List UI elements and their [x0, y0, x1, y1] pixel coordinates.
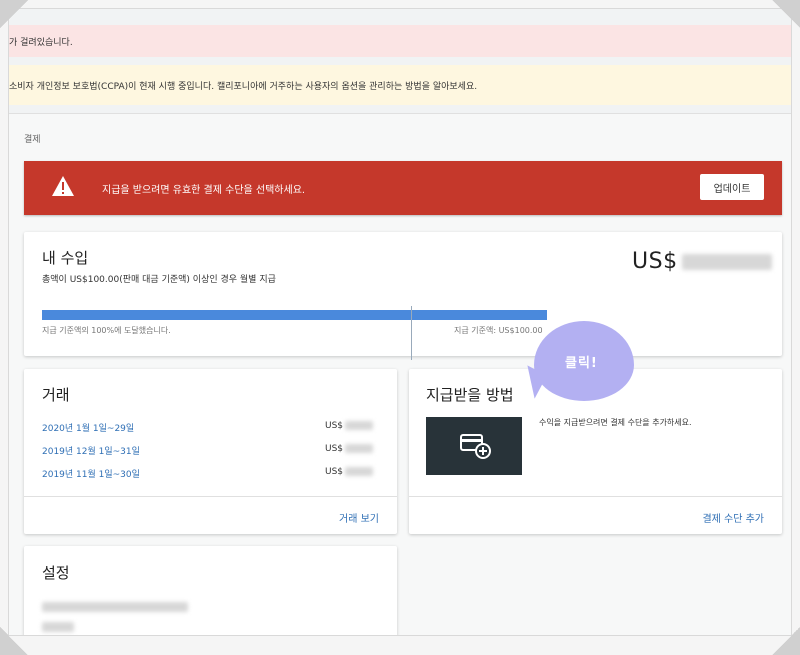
- page-breadcrumb: 결제: [24, 135, 41, 145]
- notice-banner-red: 가 걸려있습니다.: [9, 25, 791, 57]
- frame-corner: [772, 627, 800, 655]
- alert-message: 지급을 받으려면 유효한 결제 수단을 선택하세요.: [102, 185, 306, 196]
- payment-method-alert: 지급을 받으려면 유효한 결제 수단을 선택하세요. 업데이트: [24, 161, 782, 215]
- redacted-setting-line: [42, 602, 188, 612]
- redacted-amount: [345, 467, 374, 476]
- progress-left-label: 지급 기준액의 100%에 도달했습니다.: [42, 326, 171, 335]
- settings-card: 설정: [24, 546, 397, 635]
- transaction-row[interactable]: 2019년 12월 1일~31일 US$: [42, 444, 382, 457]
- click-annotation-text: 클릭!: [565, 356, 598, 371]
- progress-right-label: 지급 기준액: US$100.00: [454, 326, 543, 335]
- redacted-amount: [345, 444, 374, 453]
- transaction-row[interactable]: 2020년 1월 1일~29일 US$: [42, 421, 382, 434]
- frame-corner: [0, 627, 28, 655]
- warning-icon: [52, 176, 74, 196]
- settings-title: 설정: [42, 564, 70, 582]
- notice-banner-ccpa[interactable]: 소비자 개인정보 보호법(CCPA)이 현재 시행 중입니다. 캘리포니아에 거…: [9, 65, 791, 105]
- transaction-currency: US$: [325, 421, 344, 431]
- card-divider: [409, 496, 782, 497]
- payment-threshold-progress-bar: [42, 310, 547, 320]
- redacted-amount: [681, 254, 772, 270]
- transaction-amount: US$: [325, 421, 374, 431]
- transaction-currency: US$: [325, 444, 344, 454]
- payment-method-description: 수익을 지급받으려면 결제 수단을 추가하세요.: [539, 418, 692, 427]
- transaction-date-link[interactable]: 2019년 11월 1일~30일: [42, 470, 140, 480]
- earnings-currency: US$: [632, 249, 678, 274]
- frame-corner: [0, 0, 28, 28]
- transactions-card: 거래 2020년 1월 1일~29일 US$ 2019년 12월 1일~31일 …: [24, 369, 397, 534]
- add-card-icon: [460, 434, 491, 459]
- notice-red-text: 가 걸려있습니다.: [9, 37, 73, 48]
- add-payment-method-link[interactable]: 결제 수단 추가: [702, 510, 764, 525]
- transaction-amount: US$: [325, 467, 374, 477]
- payments-content: 결제 지급을 받으려면 유효한 결제 수단을 선택하세요. 업데이트 내 수입 …: [9, 113, 791, 635]
- update-button[interactable]: 업데이트: [700, 174, 764, 200]
- earnings-title: 내 수입: [42, 249, 89, 267]
- earnings-card: 내 수입 총액이 US$100.00(판매 대금 기준액) 이상인 경우 월별 …: [24, 232, 782, 360]
- notice-ccpa-text: 소비자 개인정보 보호법(CCPA)이 현재 시행 중입니다. 캘리포니아에 거…: [9, 81, 478, 92]
- earnings-amount: US$: [632, 249, 772, 274]
- transaction-currency: US$: [325, 467, 344, 477]
- transaction-date-link[interactable]: 2019년 12월 1일~31일: [42, 447, 140, 457]
- transactions-title: 거래: [42, 386, 70, 404]
- earnings-subtitle: 총액이 US$100.00(판매 대금 기준액) 이상인 경우 월별 지급: [42, 275, 276, 285]
- transaction-amount: US$: [325, 444, 374, 454]
- transaction-date-link[interactable]: 2020년 1월 1일~29일: [42, 424, 134, 434]
- view-transactions-link[interactable]: 거래 보기: [339, 510, 379, 525]
- progress-marker: [411, 306, 412, 360]
- add-payment-method-tile[interactable]: [426, 417, 522, 475]
- frame-corner: [772, 0, 800, 28]
- screenshot-frame: 가 걸려있습니다. 소비자 개인정보 보호법(CCPA)이 현재 시행 중입니다…: [0, 0, 800, 655]
- redacted-setting-line: [42, 622, 74, 632]
- page: 가 걸려있습니다. 소비자 개인정보 보호법(CCPA)이 현재 시행 중입니다…: [8, 8, 792, 636]
- payment-method-title: 지급받을 방법: [426, 386, 514, 404]
- transaction-row[interactable]: 2019년 11월 1일~30일 US$: [42, 467, 382, 480]
- card-divider: [24, 496, 397, 497]
- redacted-amount: [345, 421, 374, 430]
